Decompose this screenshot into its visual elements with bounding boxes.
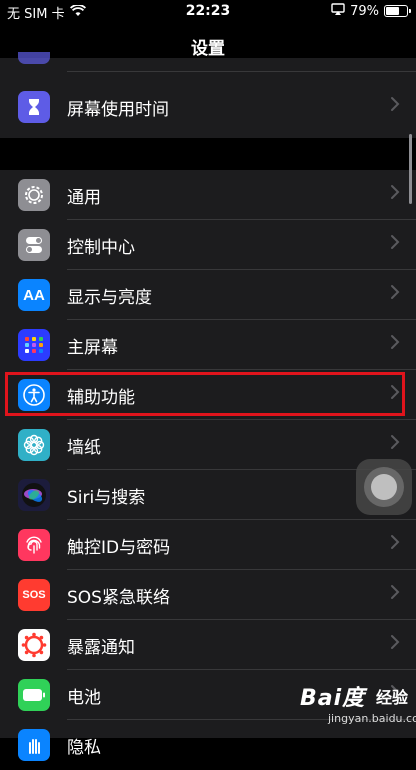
chevron-right-icon: [391, 635, 400, 649]
row-label: SOS紧急联络: [67, 588, 170, 608]
row-label: 墙纸: [67, 438, 101, 458]
row-label: 屏幕使用时间: [67, 100, 169, 120]
watermark-brand: 经验: [376, 688, 409, 707]
chevron-right-icon: [391, 535, 400, 549]
chevron-right-icon: [391, 235, 400, 249]
sos-icon: SOS: [18, 579, 50, 611]
toggle-icon: [18, 229, 50, 261]
battery-icon: [384, 5, 411, 17]
settings-row-general[interactable]: 通用: [0, 170, 416, 220]
chevron-right-icon: [391, 185, 400, 199]
chevron-right-icon: [391, 585, 400, 599]
settings-group-top: 屏幕使用时间: [0, 52, 416, 138]
settings-row-emergency-sos[interactable]: SOS SOS紧急联络: [0, 570, 416, 620]
siri-icon: [18, 479, 50, 511]
fingerprint-icon: [18, 529, 50, 561]
assistive-touch-dot: [371, 474, 397, 500]
watermark: Bai度 经验 jingyan.baidu.com: [300, 680, 416, 734]
settings-row-exposure-notifications[interactable]: 暴露通知: [0, 620, 416, 670]
exposure-icon: [18, 629, 50, 661]
hand-icon: [18, 729, 50, 761]
hourglass-icon: [18, 91, 50, 123]
assistive-touch-button[interactable]: [356, 459, 412, 515]
partial-icon: [18, 52, 50, 64]
flower-icon: [18, 429, 50, 461]
battery-icon: [18, 679, 50, 711]
section-separator: [0, 138, 416, 170]
chevron-right-icon: [391, 335, 400, 349]
gear-icon: [18, 179, 50, 211]
chevron-right-icon: [391, 435, 400, 449]
row-label: 电池: [67, 688, 101, 708]
row-label: 隐私: [67, 738, 101, 758]
page-title: 设置: [191, 39, 225, 59]
settings-row-home-screen[interactable]: 主屏幕: [0, 320, 416, 370]
scroll-indicator[interactable]: [409, 134, 412, 204]
row-label: 暴露通知: [67, 638, 135, 658]
chevron-right-icon: [391, 97, 400, 111]
watermark-url: jingyan.baidu.com: [328, 712, 416, 725]
settings-row-wallpaper[interactable]: 墙纸: [0, 420, 416, 470]
settings-row-control-center[interactable]: 控制中心: [0, 220, 416, 270]
row-label: 控制中心: [67, 238, 135, 258]
row-label: 通用: [67, 188, 101, 208]
settings-row-touch-id-passcode[interactable]: 触控ID与密码: [0, 520, 416, 570]
settings-group-main: 通用 控制中心 AA 显示与亮度 主屏幕 辅助功能 墙纸 Siri与搜索 触控I…: [0, 170, 416, 761]
settings-row-siri-search[interactable]: Siri与搜索: [0, 470, 416, 520]
row-label: Siri与搜索: [67, 488, 146, 508]
divider: [67, 71, 416, 72]
watermark-logo: Bai度: [300, 686, 366, 711]
battery-percent: 79%: [350, 3, 379, 19]
airplay-icon: [331, 3, 345, 19]
chevron-right-icon: [391, 285, 400, 299]
text-size-icon: AA: [18, 279, 50, 311]
settings-row-screen-time[interactable]: 屏幕使用时间: [0, 82, 416, 132]
row-label: 显示与亮度: [67, 288, 152, 308]
highlight-box: [5, 372, 405, 416]
status-bar: 无 SIM 卡 22:23 79%: [0, 0, 416, 24]
settings-row-display-brightness[interactable]: AA 显示与亮度: [0, 270, 416, 320]
row-label: 主屏幕: [67, 338, 118, 358]
home-grid-icon: [18, 329, 50, 361]
row-label: 触控ID与密码: [67, 538, 171, 558]
